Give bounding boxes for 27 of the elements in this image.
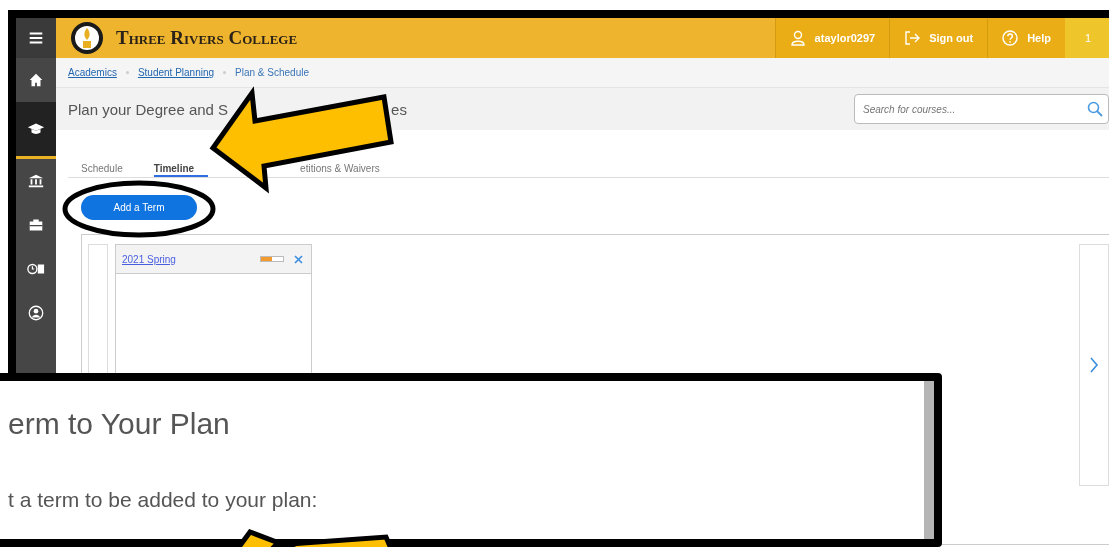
add-term-button[interactable]: Add a Term — [81, 195, 197, 220]
dialog-title: erm to Your Plan — [8, 407, 231, 441]
tab[interactable]: Timeline — [153, 163, 209, 177]
search-field[interactable]: Search for courses... — [854, 94, 1109, 124]
user-icon — [789, 30, 806, 46]
home-icon — [27, 71, 45, 89]
breadcrumb-current: Plan & Schedule — [235, 67, 310, 78]
bank-building-icon — [27, 172, 45, 190]
term-link[interactable]: 2021 Spring — [122, 253, 250, 265]
search-icon — [1087, 101, 1103, 117]
sidebar-item[interactable] — [16, 102, 56, 159]
tab[interactable]: Schedule — [81, 163, 123, 174]
sign-out-icon — [904, 30, 921, 46]
tab[interactable]: etitions & Waivers — [300, 163, 380, 174]
help-icon — [1002, 30, 1019, 46]
breadcrumb-link[interactable]: Academics — [68, 67, 117, 78]
user-circle-icon — [27, 304, 45, 322]
sidebar-item[interactable] — [16, 18, 56, 58]
close-icon[interactable] — [294, 254, 303, 264]
chevron-right-icon — [1089, 357, 1099, 373]
breadcrumb-link[interactable]: Student Planning — [137, 67, 215, 78]
college-name: Three Rivers College — [116, 27, 298, 49]
menu-icon — [27, 29, 45, 47]
dialog-prompt: t a term to be added to your plan: — [8, 488, 319, 512]
page-title: Plan your Degree and S — [68, 100, 229, 118]
torch-logo-icon — [70, 21, 104, 55]
page-title: es — [391, 100, 407, 118]
